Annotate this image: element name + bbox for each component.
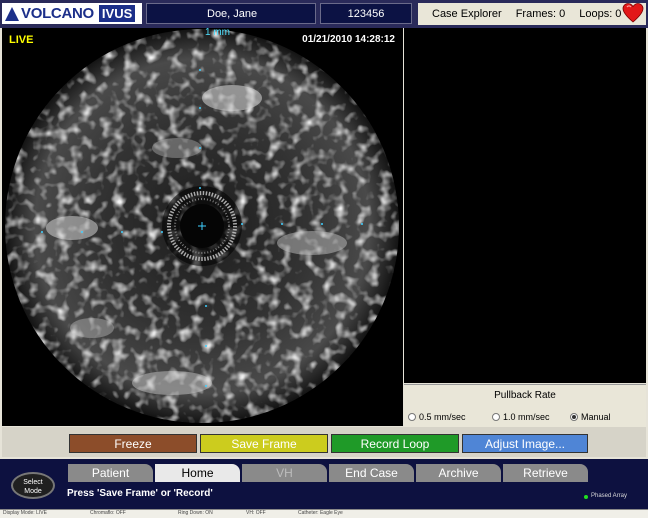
radio-icon[interactable] [492,413,500,421]
pullback-option-label: Manual [581,412,611,422]
status-vh: VH: OFF [246,510,266,516]
pullback-rate-panel: Pullback Rate 0.5 mm/sec 1.0 mm/sec Manu… [404,384,646,427]
select-mode-label-line2: Mode [24,488,42,495]
select-mode-button[interactable]: Select Mode [11,472,55,499]
status-display-mode: Display Mode: LIVE [3,510,47,516]
pullback-option-manual[interactable]: Manual [570,412,611,422]
phased-array-label: Phased Array [591,493,628,499]
volcano-logo-icon [5,6,19,21]
select-mode-label-line1: Select [23,479,43,486]
record-loop-button[interactable]: Record Loop [331,434,459,453]
freeze-button[interactable]: Freeze [69,434,197,453]
radio-selected-icon[interactable] [570,413,578,421]
patient-id[interactable]: 123456 [320,3,412,24]
volcano-logo: VOLCANO IVUS [2,3,142,24]
pullback-rate-title: Pullback Rate [494,390,556,401]
case-explorer-link[interactable]: Case Explorer [432,8,502,20]
status-ring-down: Ring Down: ON [178,510,213,516]
radio-icon[interactable] [408,413,416,421]
title-bar: VOLCANO IVUS Doe, Jane 123456 Case Explo… [0,0,648,28]
status-chromaflo: Chromaflo: OFF [90,510,126,516]
instruction-message: Press 'Save Frame' or 'Record' [67,488,213,499]
case-info: Case Explorer Frames: 0 Loops: 0 [418,3,646,25]
adjust-image-button[interactable]: Adjust Image... [462,434,588,453]
ivus-image-viewport[interactable]: LIVE 1 mm 01/21/2010 14:28:12 [2,28,403,426]
frames-count: Frames: 0 [515,8,566,20]
timestamp: 01/21/2010 14:28:12 [302,34,395,45]
tab-patient[interactable]: Patient [68,464,153,482]
pullback-option-label: 0.5 mm/sec [419,412,466,422]
pullback-option-0-5[interactable]: 0.5 mm/sec [408,412,466,422]
ivus-cross-section [2,28,403,426]
tab-archive[interactable]: Archive [416,464,501,482]
status-catheter: Catheter: Eagle Eye [298,510,343,516]
save-frame-button[interactable]: Save Frame [200,434,328,453]
live-indicator: LIVE [9,34,34,46]
pullback-option-1-0[interactable]: 1.0 mm/sec [492,412,550,422]
pullback-option-label: 1.0 mm/sec [503,412,550,422]
product-name: IVUS [98,5,136,22]
loops-count: Loops: 0 [579,8,622,20]
patient-name[interactable]: Doe, Jane [146,3,316,24]
tab-end-case[interactable]: End Case [329,464,414,482]
brand-name: VOLCANO [21,5,94,22]
tab-vh: VH [242,464,327,482]
tab-retrieve[interactable]: Retrieve [503,464,588,482]
heart-icon [622,3,644,23]
tab-home[interactable]: Home [155,464,240,482]
longitudinal-view[interactable] [404,28,646,383]
scale-label: 1 mm [205,28,230,38]
phased-array-status-icon [584,495,588,499]
